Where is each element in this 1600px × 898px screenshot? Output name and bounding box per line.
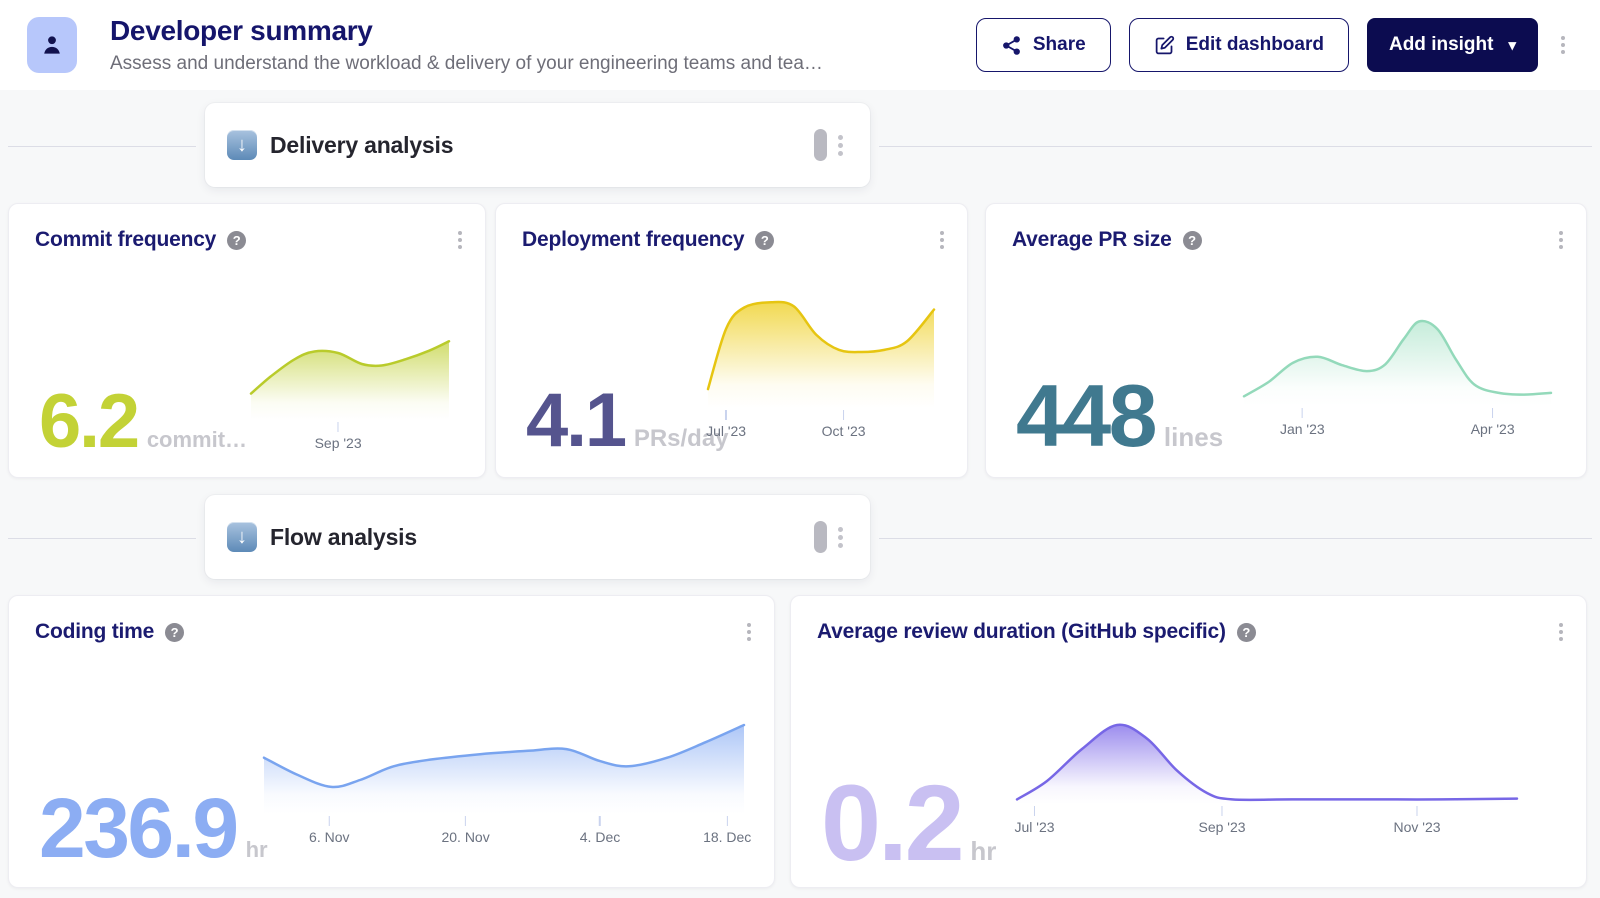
metric-unit: commit… — [147, 427, 247, 453]
metric-card-average-review-duration: Average review duration (GitHub specific… — [790, 595, 1587, 888]
sparkline-chart: Jan '23Apr '23 — [1244, 316, 1551, 406]
metric-value: 4.1 — [526, 391, 625, 452]
card-header: Deployment frequency ? — [522, 226, 949, 254]
x-axis-tick: 6. Nov — [309, 816, 349, 845]
edit-dashboard-button[interactable]: Edit dashboard — [1129, 18, 1349, 72]
x-axis: Jan '23 Apr '23 — [1244, 406, 1551, 440]
page-title: Developer summary — [110, 15, 823, 47]
card-title: Coding time — [35, 620, 154, 644]
edit-dashboard-label: Edit dashboard — [1186, 34, 1324, 56]
x-axis-tick: Jul '23 — [706, 410, 746, 439]
top-bar: Developer summary Assess and understand … — [0, 0, 1600, 90]
section-divider — [879, 146, 1592, 147]
metric-unit: lines — [1164, 422, 1223, 453]
card-menu-icon[interactable] — [935, 226, 949, 254]
section-menu-icon[interactable] — [833, 130, 848, 161]
section-divider — [879, 538, 1592, 539]
x-axis: Jul '23 Oct '23 — [708, 408, 934, 442]
metric-unit: hr — [970, 836, 996, 867]
metric-card-deployment-frequency: Deployment frequency ? 4.1 PRs/day Jul '… — [495, 203, 968, 478]
section-divider — [8, 146, 196, 147]
x-axis: Jul '23 Sep '23 Nov '23 — [1017, 804, 1517, 838]
x-axis-tick: 4. Dec — [580, 816, 620, 845]
drag-handle[interactable] — [814, 521, 827, 553]
metric-card-commit-frequency: Commit frequency ? 6.2 commit… Sep '23 — [8, 203, 486, 478]
down-arrow-emoji-icon: ↓ — [227, 522, 257, 552]
help-icon[interactable]: ? — [227, 231, 246, 250]
edit-icon — [1154, 35, 1175, 56]
metric-card-coding-time: Coding time ? 236.9 hr 6. Nov20. Nov4. D… — [8, 595, 775, 888]
card-header: Coding time ? — [35, 618, 756, 646]
metric: 4.1 PRs/day — [526, 391, 729, 453]
x-axis-tick: Jan '23 — [1280, 408, 1325, 437]
metric: 0.2 hr — [821, 780, 996, 867]
share-icon — [1001, 35, 1022, 56]
help-icon[interactable]: ? — [1183, 231, 1202, 250]
x-axis-tick: Sep '23 — [315, 422, 362, 451]
card-menu-icon[interactable] — [742, 618, 756, 646]
card-header: Average PR size ? — [1012, 226, 1568, 254]
card-header: Average review duration (GitHub specific… — [817, 618, 1568, 646]
section-title: Delivery analysis — [270, 132, 453, 159]
help-icon[interactable]: ? — [755, 231, 774, 250]
x-axis-tick: Sep '23 — [1198, 806, 1245, 835]
card-menu-icon[interactable] — [453, 226, 467, 254]
dashboard-menu-icon[interactable] — [1556, 31, 1570, 59]
add-insight-label: Add insight — [1389, 34, 1493, 56]
section-header-flow-analysis: ↓ Flow analysis — [205, 495, 870, 579]
metric-value: 0.2 — [821, 780, 961, 866]
title-block: Developer summary Assess and understand … — [110, 15, 823, 75]
share-button[interactable]: Share — [976, 18, 1111, 72]
topbar-actions: Share Edit dashboard Add insight ▾ — [976, 18, 1570, 72]
metric-value: 236.9 — [39, 795, 237, 862]
page-subtitle: Assess and understand the workload & del… — [110, 53, 823, 75]
chevron-down-icon: ▾ — [1508, 36, 1516, 54]
x-axis: Sep '23 — [251, 420, 449, 454]
x-axis-tick: Oct '23 — [822, 410, 866, 439]
dashboard-avatar — [27, 17, 77, 73]
x-axis-tick: Apr '23 — [1471, 408, 1515, 437]
metric-value: 6.2 — [39, 392, 138, 453]
metric: 448 lines — [1016, 381, 1223, 453]
down-arrow-emoji-icon: ↓ — [227, 130, 257, 160]
sparkline-chart: Jul '23Sep '23Nov '23 — [1017, 718, 1517, 804]
card-header: Commit frequency ? — [35, 226, 467, 254]
help-icon[interactable]: ? — [1237, 623, 1256, 642]
x-axis-tick: 18. Dec — [703, 816, 751, 845]
drag-handle[interactable] — [814, 129, 827, 161]
sparkline-chart: Sep '23 — [251, 336, 449, 420]
person-icon — [39, 32, 65, 58]
section-menu-icon[interactable] — [833, 522, 848, 553]
x-axis: 6. Nov20. Nov4. Dec18. Dec — [264, 814, 744, 848]
sparkline-chart: Jul '23Oct '23 — [708, 296, 934, 408]
x-axis-tick: Nov '23 — [1393, 806, 1440, 835]
help-icon[interactable]: ? — [165, 623, 184, 642]
x-axis-tick: 20. Nov — [441, 816, 489, 845]
share-label: Share — [1033, 34, 1086, 56]
metric-card-average-pr-size: Average PR size ? 448 lines Jan '23 Apr '… — [985, 203, 1587, 478]
section-divider — [8, 538, 196, 539]
card-menu-icon[interactable] — [1554, 618, 1568, 646]
x-axis-tick: Jul '23 — [1014, 806, 1054, 835]
section-title: Flow analysis — [270, 524, 417, 551]
card-title: Deployment frequency — [522, 228, 744, 252]
card-title: Average PR size — [1012, 228, 1172, 252]
dashboard-page: Developer summary Assess and understand … — [0, 0, 1600, 898]
add-insight-button[interactable]: Add insight ▾ — [1367, 18, 1538, 72]
metric: 6.2 commit… — [39, 392, 247, 453]
metric: 236.9 hr — [39, 795, 268, 863]
metric-value: 448 — [1016, 381, 1155, 451]
sparkline-chart: 6. Nov20. Nov4. Dec18. Dec — [264, 722, 744, 814]
card-title: Commit frequency — [35, 228, 216, 252]
card-menu-icon[interactable] — [1554, 226, 1568, 254]
section-header-delivery-analysis: ↓ Delivery analysis — [205, 103, 870, 187]
card-title: Average review duration (GitHub specific… — [817, 620, 1226, 644]
